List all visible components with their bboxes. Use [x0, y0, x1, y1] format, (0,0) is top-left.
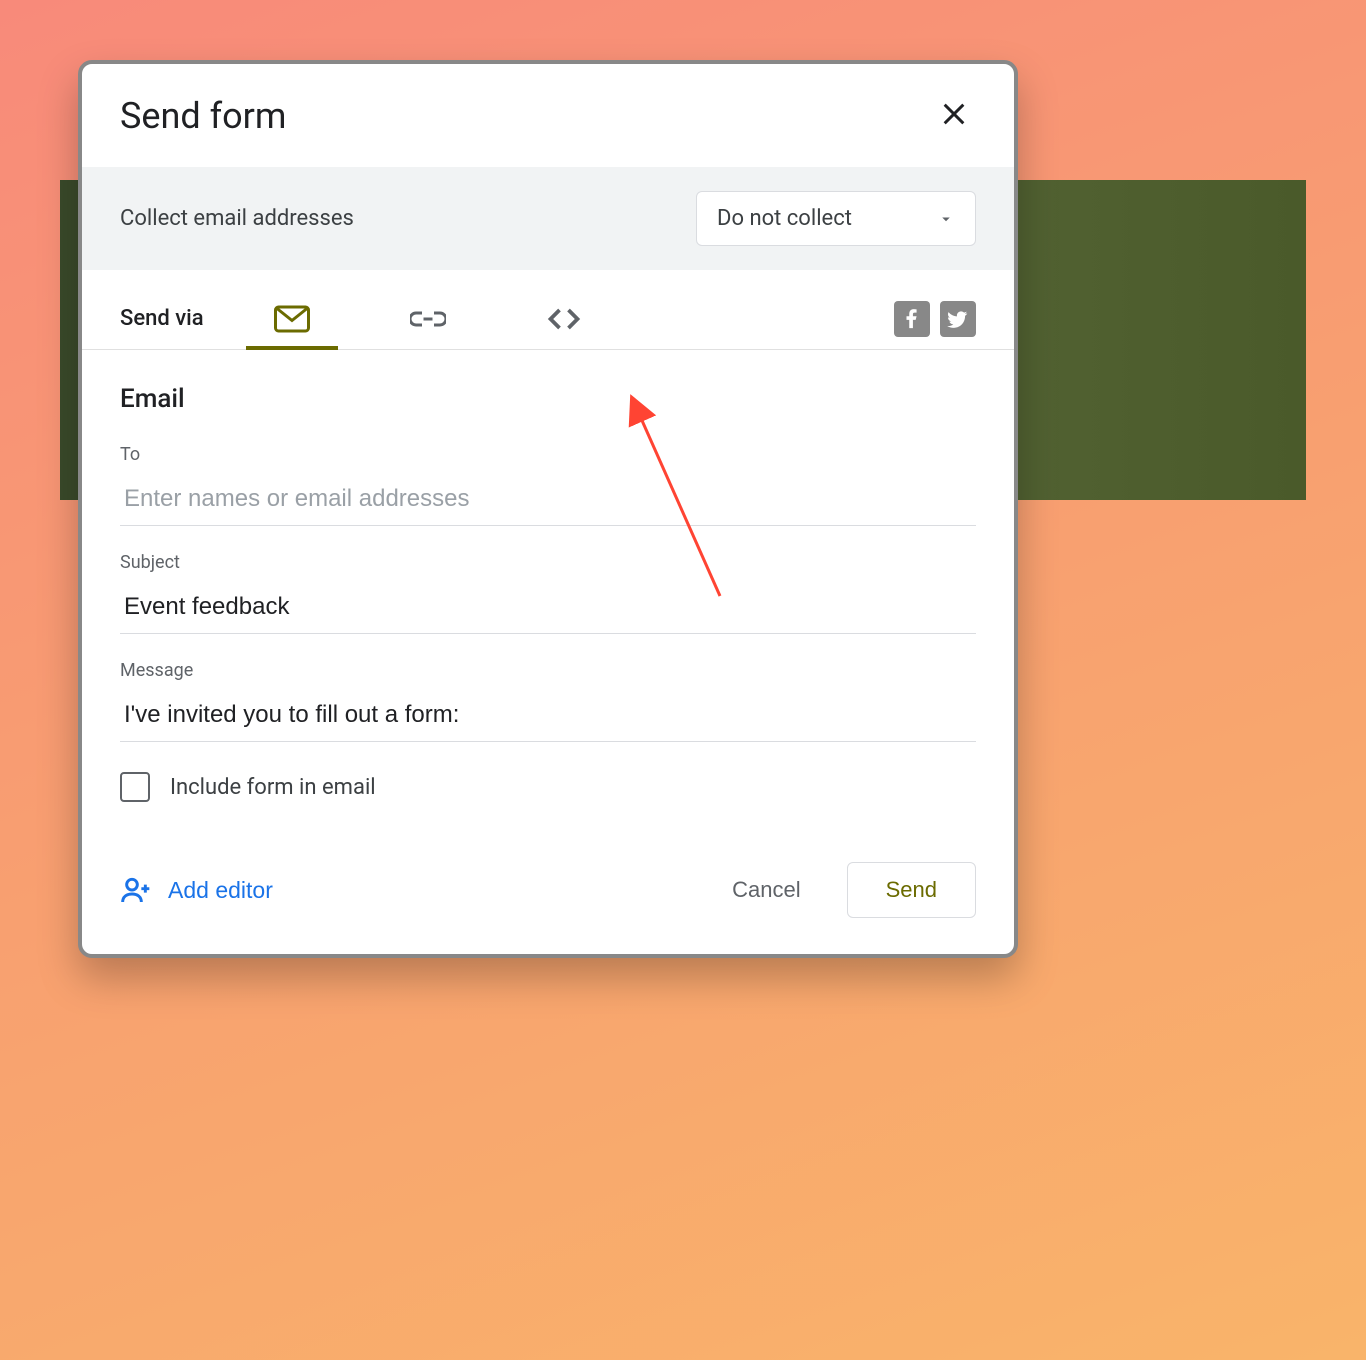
- subject-label: Subject: [120, 552, 976, 573]
- dialog-footer: Add editor Cancel Send: [82, 842, 1014, 954]
- share-facebook-button[interactable]: [894, 301, 930, 337]
- collect-email-value: Do not collect: [717, 206, 852, 231]
- email-panel: Email To Subject Message Include form in…: [82, 350, 1014, 842]
- tab-email[interactable]: [254, 288, 330, 349]
- collect-email-dropdown[interactable]: Do not collect: [696, 191, 976, 246]
- to-input[interactable]: [120, 473, 976, 526]
- add-person-icon: [120, 874, 152, 906]
- to-label: To: [120, 444, 976, 465]
- send-form-dialog: Send form Collect email addresses Do not…: [78, 60, 1018, 958]
- send-via-label: Send via: [120, 306, 204, 331]
- subject-input[interactable]: [120, 581, 976, 634]
- email-icon: [274, 304, 310, 334]
- social-share-group: [894, 301, 976, 337]
- email-heading: Email: [120, 384, 976, 414]
- tab-link[interactable]: [390, 288, 466, 349]
- to-field: To: [120, 444, 976, 526]
- dialog-header: Send form: [82, 64, 1014, 167]
- send-via-tabs: Send via: [82, 270, 1014, 350]
- include-form-row: Include form in email: [120, 772, 976, 802]
- tab-embed[interactable]: [526, 288, 602, 349]
- include-form-checkbox[interactable]: [120, 772, 150, 802]
- include-form-label: Include form in email: [170, 775, 376, 800]
- close-button[interactable]: [932, 92, 976, 139]
- message-field: Message: [120, 660, 976, 742]
- collect-email-label: Collect email addresses: [120, 206, 354, 231]
- message-label: Message: [120, 660, 976, 681]
- close-icon: [940, 100, 968, 128]
- message-input[interactable]: [120, 689, 976, 742]
- send-button[interactable]: Send: [847, 862, 976, 918]
- collect-email-row: Collect email addresses Do not collect: [82, 167, 1014, 270]
- dialog-title: Send form: [120, 95, 286, 137]
- twitter-icon: [947, 308, 969, 330]
- add-editor-button[interactable]: Add editor: [120, 874, 273, 906]
- share-twitter-button[interactable]: [940, 301, 976, 337]
- embed-icon: [546, 304, 582, 334]
- footer-actions: Cancel Send: [716, 862, 976, 918]
- chevron-down-icon: [937, 210, 955, 228]
- add-editor-label: Add editor: [168, 877, 273, 904]
- subject-field: Subject: [120, 552, 976, 634]
- facebook-icon: [901, 308, 923, 330]
- link-icon: [410, 304, 446, 334]
- cancel-button[interactable]: Cancel: [716, 865, 816, 915]
